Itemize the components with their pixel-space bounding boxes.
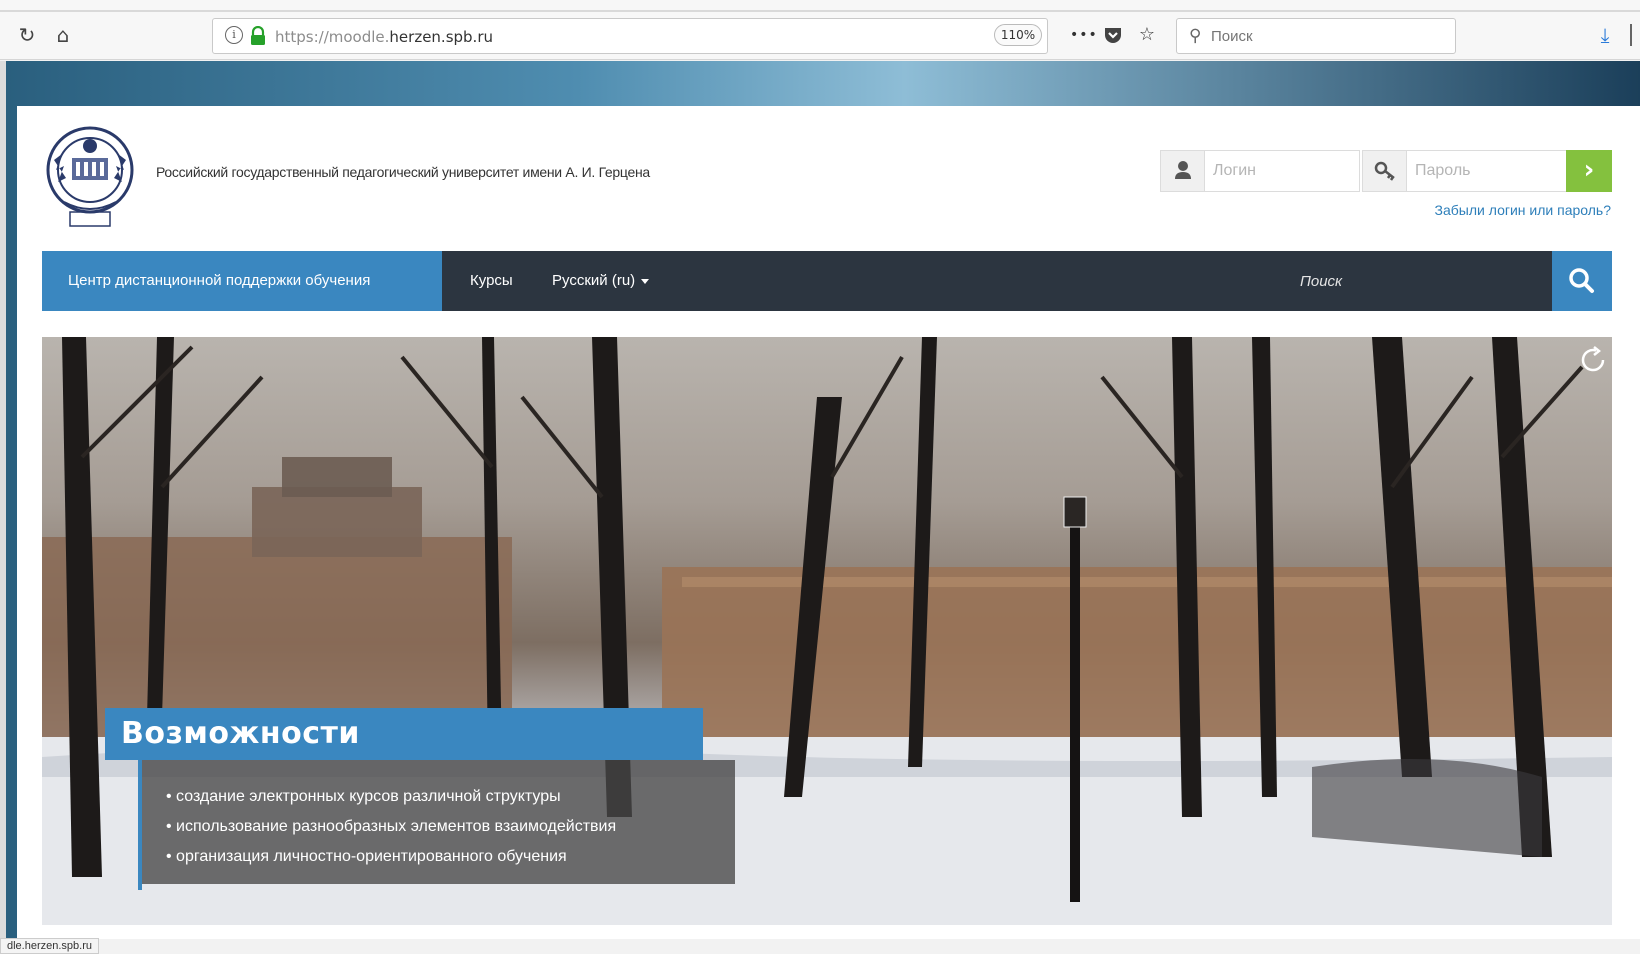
language-label: Русский (ru) — [552, 272, 636, 289]
home-icon[interactable]: ⌂ — [50, 22, 76, 48]
info-icon[interactable]: i — [225, 26, 243, 44]
bookmark-star-icon[interactable]: ☆ — [1134, 22, 1160, 48]
tab-strip-edge — [0, 10, 1640, 12]
caret-down-icon — [641, 278, 650, 284]
user-icon — [1161, 151, 1205, 191]
password-input[interactable] — [1415, 159, 1555, 183]
slider-reload-icon[interactable] — [1578, 345, 1608, 375]
login-input[interactable] — [1213, 159, 1353, 183]
url-domain: herzen.spb.ru — [389, 28, 494, 46]
reload-icon[interactable]: ↻ — [14, 22, 40, 48]
browser-search-box[interactable]: ⚲ — [1176, 18, 1456, 54]
download-icon[interactable]: ⤓ — [1592, 22, 1618, 48]
site-search-input[interactable] — [1300, 265, 1540, 297]
pocket-icon[interactable] — [1100, 22, 1126, 48]
nav-courses[interactable]: Курсы — [470, 251, 513, 311]
university-logo-icon[interactable] — [42, 120, 138, 236]
status-bar-url: dle.herzen.spb.ru — [0, 938, 99, 954]
main-navbar: Центр дистанционной поддержки обучения К… — [42, 251, 1612, 311]
hero-caption: • создание электронных курсов различной … — [142, 760, 735, 884]
login-field[interactable] — [1160, 150, 1360, 192]
language-dropdown[interactable]: Русский (ru) — [552, 251, 650, 311]
address-bar[interactable]: i https://moodle.herzen.spb.ru — [212, 18, 1048, 54]
url-prefix: https://moodle. — [275, 28, 390, 46]
search-icon: ⚲ — [1189, 26, 1202, 46]
url-text[interactable]: https://moodle.herzen.spb.ru — [275, 28, 493, 46]
brand-link[interactable]: Центр дистанционной поддержки обучения — [42, 251, 442, 311]
page-actions-icon[interactable]: ••• — [1070, 22, 1097, 48]
hero-bullet: • организация личностно-ориентированного… — [166, 848, 567, 865]
forgot-password-link[interactable]: Забыли логин или пароль? — [1435, 202, 1611, 218]
hero-bullet: • создание электронных курсов различной … — [166, 788, 561, 805]
site-search-button[interactable] — [1552, 251, 1612, 311]
library-icon[interactable] — [1630, 24, 1636, 46]
login-submit-button[interactable]: › — [1566, 150, 1612, 192]
university-name[interactable]: Российский государственный педагогически… — [156, 164, 650, 180]
password-field[interactable] — [1362, 150, 1568, 192]
hero-slider[interactable]: Возможности • создание электронных курсо… — [42, 337, 1612, 925]
zoom-badge[interactable]: 110% — [994, 24, 1042, 46]
lock-icon[interactable] — [249, 26, 267, 46]
browser-search-input[interactable] — [1211, 24, 1441, 48]
hero-title: Возможности — [105, 708, 703, 760]
hero-bullet: • использование разнообразных элементов … — [166, 818, 617, 835]
key-icon — [1363, 151, 1407, 191]
search-icon — [1569, 268, 1594, 293]
